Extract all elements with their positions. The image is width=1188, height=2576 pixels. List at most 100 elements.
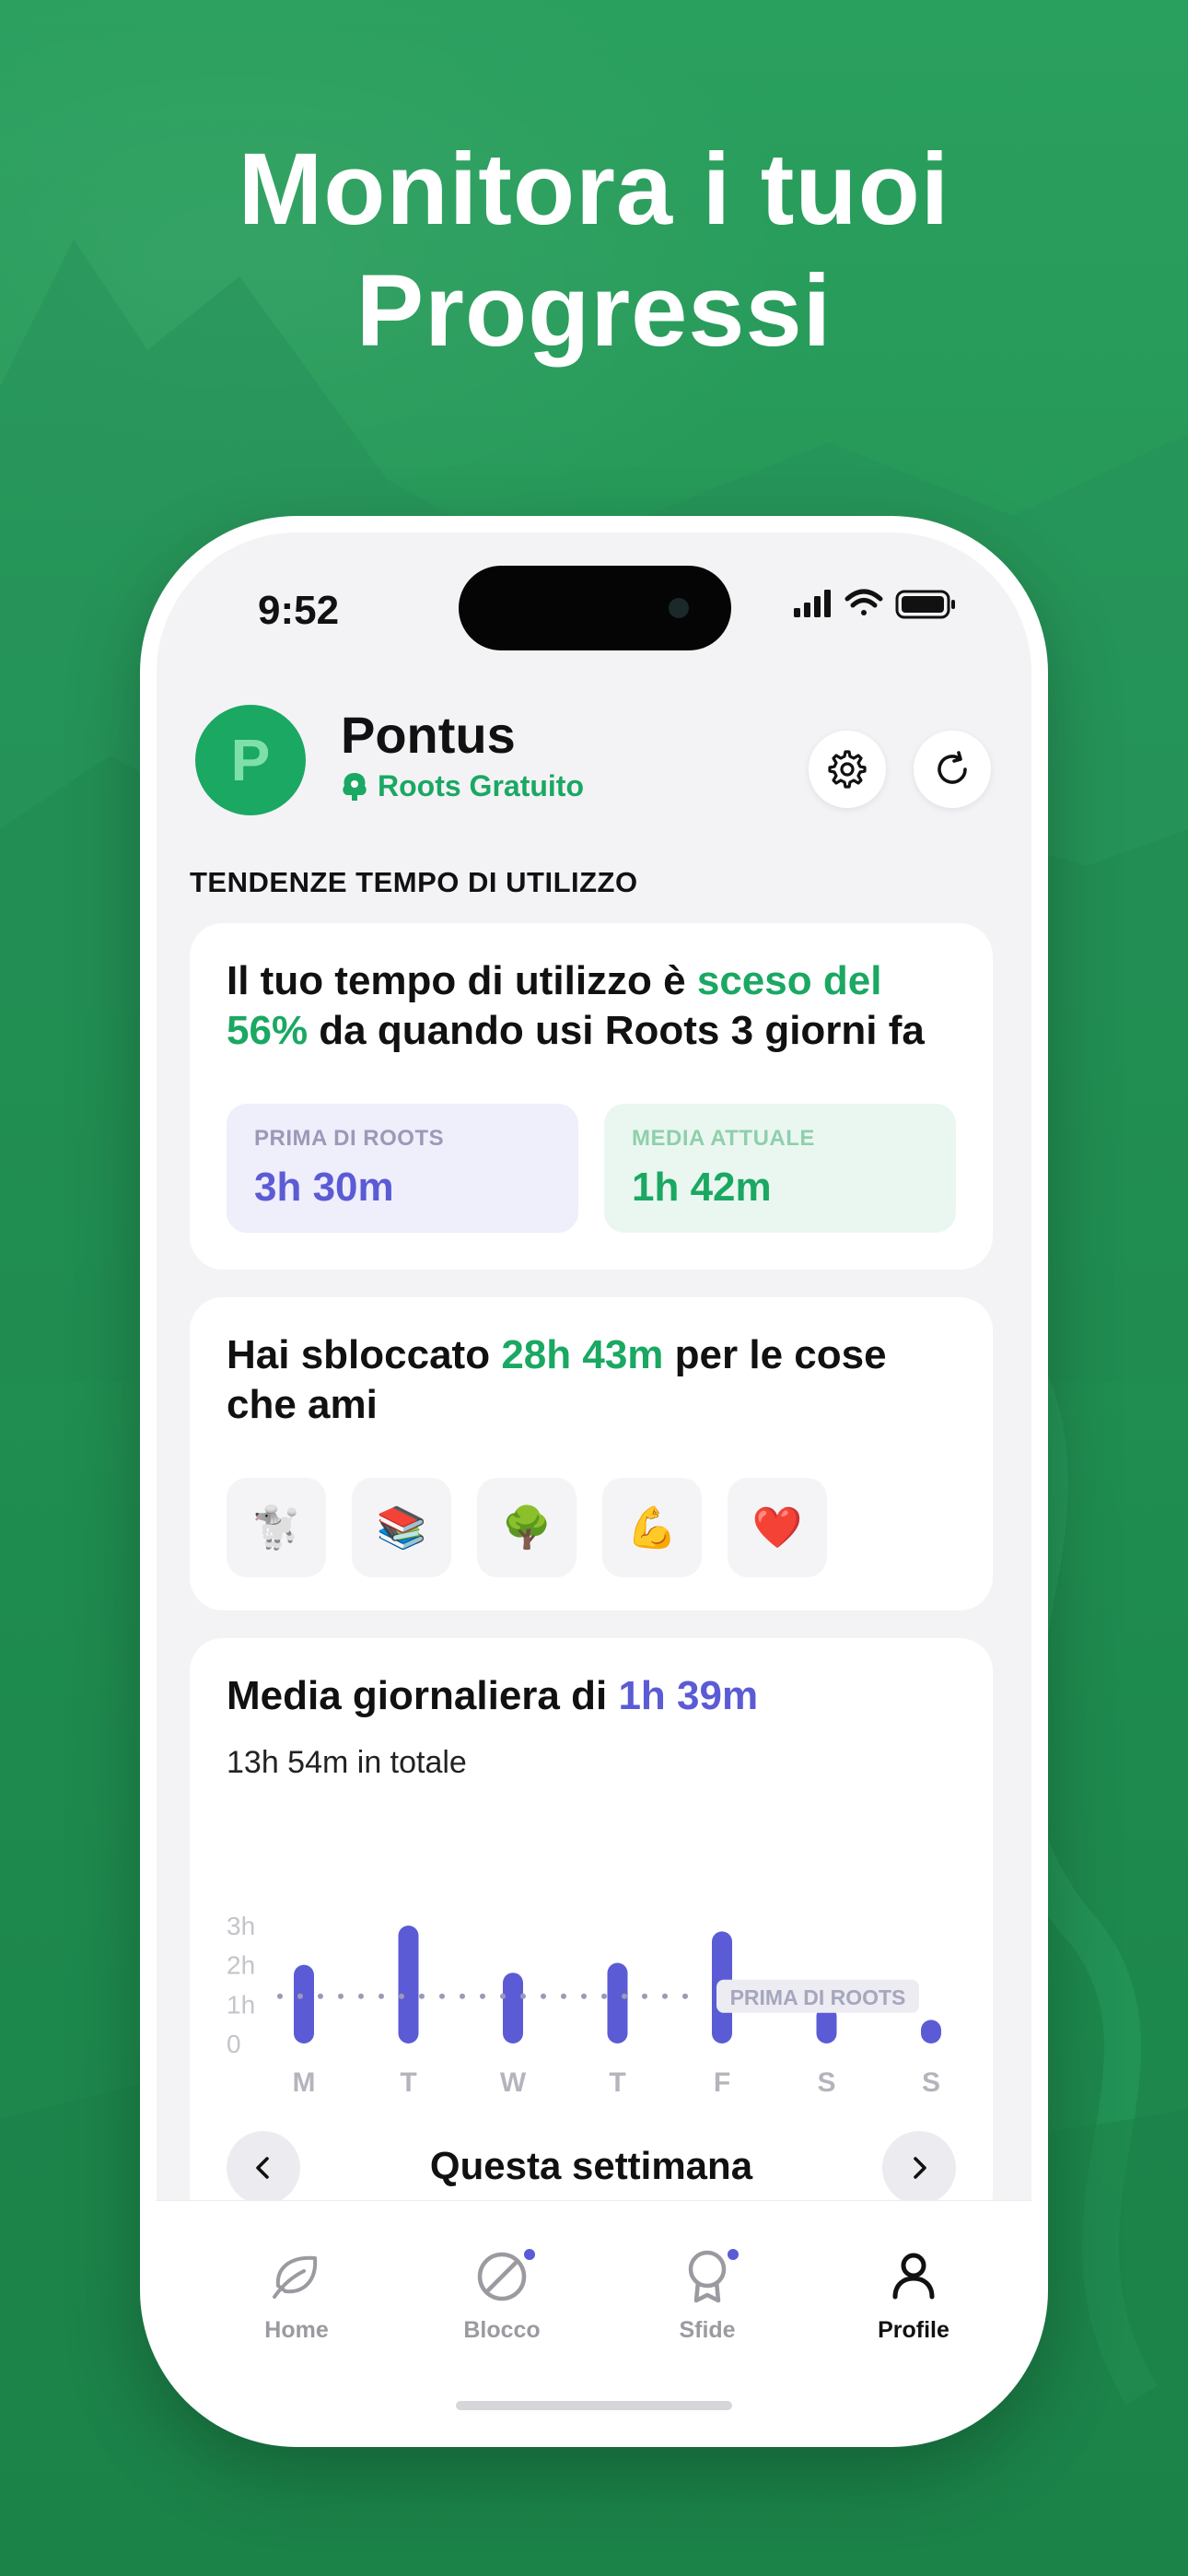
plan-label: Roots Gratuito — [378, 769, 584, 802]
chevron-right-icon — [914, 2157, 926, 2179]
reference-line-dot — [541, 1993, 546, 1999]
refresh-button[interactable] — [914, 731, 991, 808]
badge-dot — [726, 2247, 740, 2262]
section-label: TENDENZE TEMPO DI UTILIZZO — [190, 866, 638, 898]
x-tick-label: S — [922, 2067, 940, 2098]
reference-line-dot — [358, 1993, 364, 1999]
status-bar: 9:52 — [157, 533, 1031, 662]
tree-icon: 🌳 — [501, 1505, 553, 1551]
tab-bar: Home Blocco Sfide Profile — [157, 2200, 1031, 2430]
status-icons — [794, 589, 955, 619]
previous-week-button[interactable] — [227, 2131, 300, 2205]
headline-line-1: Monitora i tuoi — [238, 133, 950, 246]
week-label: Questa settimana — [429, 2144, 753, 2187]
plan-badge: Roots Gratuito — [341, 769, 584, 803]
reference-line-label: PRIMA DI ROOTS — [730, 1985, 906, 2009]
usage-bar-chart: 0 1h 2h 3h M T W T F S S PRIMA DI ROOTS — [227, 1912, 941, 2098]
chart-bar — [294, 1964, 314, 2043]
chart-bar — [921, 2020, 941, 2043]
trend-headline: Il tuo tempo di utilizzo è sceso del 56%… — [227, 956, 963, 1056]
week-navigator: Questa settimana — [227, 2131, 956, 2205]
profile-header: P Pontus Roots Gratuito — [157, 694, 1031, 815]
y-tick-label: 3h — [227, 1912, 255, 1940]
trend-text-after: da quando usi Roots 3 giorni fa — [308, 1008, 925, 1053]
chevron-left-icon — [256, 2157, 269, 2179]
x-tick-label: W — [500, 2067, 527, 2098]
reference-line-dot — [439, 1993, 445, 1999]
x-tick-label: S — [817, 2067, 835, 2098]
badge-dot — [522, 2247, 537, 2262]
heart-icon: ❤️ — [751, 1505, 803, 1551]
y-tick-label: 0 — [227, 2030, 241, 2058]
usage-trend-card: Il tuo tempo di utilizzo è sceso del 56%… — [190, 923, 993, 1270]
tab-home[interactable]: Home — [223, 2238, 370, 2344]
dynamic-island — [459, 566, 731, 650]
flexed-biceps-icon: 💪 — [626, 1505, 678, 1551]
signal-icon — [794, 590, 831, 617]
tab-challenges-label: Sfide — [679, 2317, 736, 2343]
reference-line-dot — [500, 1993, 506, 1999]
refresh-icon — [938, 751, 967, 784]
next-week-button[interactable] — [882, 2131, 956, 2205]
tab-profile[interactable]: Profile — [840, 2238, 987, 2344]
hobby-love[interactable]: ❤️ — [728, 1478, 827, 1577]
hobby-poodle[interactable]: 🐩 — [227, 1478, 326, 1577]
reference-line-dot — [622, 1993, 627, 1999]
home-indicator — [456, 2401, 732, 2410]
reference-line-dot — [379, 1993, 384, 1999]
poodle-icon: 🐩 — [250, 1505, 302, 1551]
chart-bar — [398, 1926, 419, 2043]
unlocked-text-before: Hai sbloccato — [227, 1332, 502, 1377]
reference-line-dot — [338, 1993, 344, 1999]
before-roots-value: 3h 30m — [254, 1165, 394, 1210]
x-tick-label: T — [400, 2067, 416, 2098]
status-time: 9:52 — [258, 588, 340, 633]
y-tick-label: 1h — [227, 1990, 255, 2019]
tab-block[interactable]: Blocco — [428, 2238, 576, 2344]
roots-logo-icon — [343, 772, 367, 801]
reference-line-dot — [399, 1993, 404, 1999]
y-tick-label: 2h — [227, 1951, 255, 1980]
before-roots-stat: PRIMA DI ROOTS 3h 30m — [227, 1104, 578, 1233]
books-icon: 📚 — [376, 1505, 427, 1551]
headline: Monitora i tuoi Progressi — [0, 129, 1188, 372]
x-tick-label: F — [714, 2067, 730, 2098]
reference-line-dot — [642, 1993, 647, 1999]
settings-button[interactable] — [809, 731, 886, 808]
hobby-tree[interactable]: 🌳 — [477, 1478, 577, 1577]
reference-line-dot — [601, 1993, 607, 1999]
reference-line-dot — [682, 1993, 688, 1999]
tab-profile-label: Profile — [878, 2317, 949, 2343]
reference-line-dot — [520, 1993, 526, 1999]
phone-screen: 9:52 P Pontus Roots Gratuito TENDENZE TE… — [157, 533, 1031, 2430]
headline-line-2: Progressi — [355, 254, 833, 368]
hobby-books[interactable]: 📚 — [352, 1478, 451, 1577]
profile-name: Pontus — [341, 706, 516, 764]
reference-line-dot — [480, 1993, 485, 1999]
before-roots-label: PRIMA DI ROOTS — [254, 1126, 445, 1151]
chart-bar — [503, 1973, 523, 2043]
current-average-stat: MEDIA ATTUALE 1h 42m — [604, 1104, 956, 1233]
unlocked-headline: Hai sbloccato 28h 43m per le cose che am… — [227, 1330, 963, 1430]
reference-line-dot — [460, 1993, 465, 1999]
hobby-fitness[interactable]: 💪 — [602, 1478, 702, 1577]
x-tick-label: T — [609, 2067, 625, 2098]
reference-line-dot — [419, 1993, 425, 1999]
leaf-icon — [273, 2255, 318, 2299]
camera-icon — [669, 598, 689, 618]
avatar[interactable]: P — [195, 705, 306, 815]
unlocked-highlight: 28h 43m — [501, 1332, 664, 1377]
reference-line-dot — [318, 1993, 323, 1999]
phone-frame: 9:52 P Pontus Roots Gratuito TENDENZE TE… — [140, 516, 1048, 2447]
tab-challenges[interactable]: Sfide — [634, 2238, 781, 2344]
unlocked-time-card: Hai sbloccato 28h 43m per le cose che am… — [190, 1297, 993, 1610]
current-average-value: 1h 42m — [632, 1165, 772, 1210]
tab-home-label: Home — [264, 2317, 329, 2343]
reference-line-dot — [662, 1993, 668, 1999]
tab-block-label: Blocco — [463, 2317, 541, 2343]
reference-line-dot — [297, 1993, 303, 1999]
daily-average-card: Media giornaliera di 1h 39m 13h 54m in t… — [190, 1638, 993, 2228]
person-icon — [892, 2253, 935, 2300]
wifi-icon — [844, 589, 883, 615]
reference-line-dot — [561, 1993, 566, 1999]
